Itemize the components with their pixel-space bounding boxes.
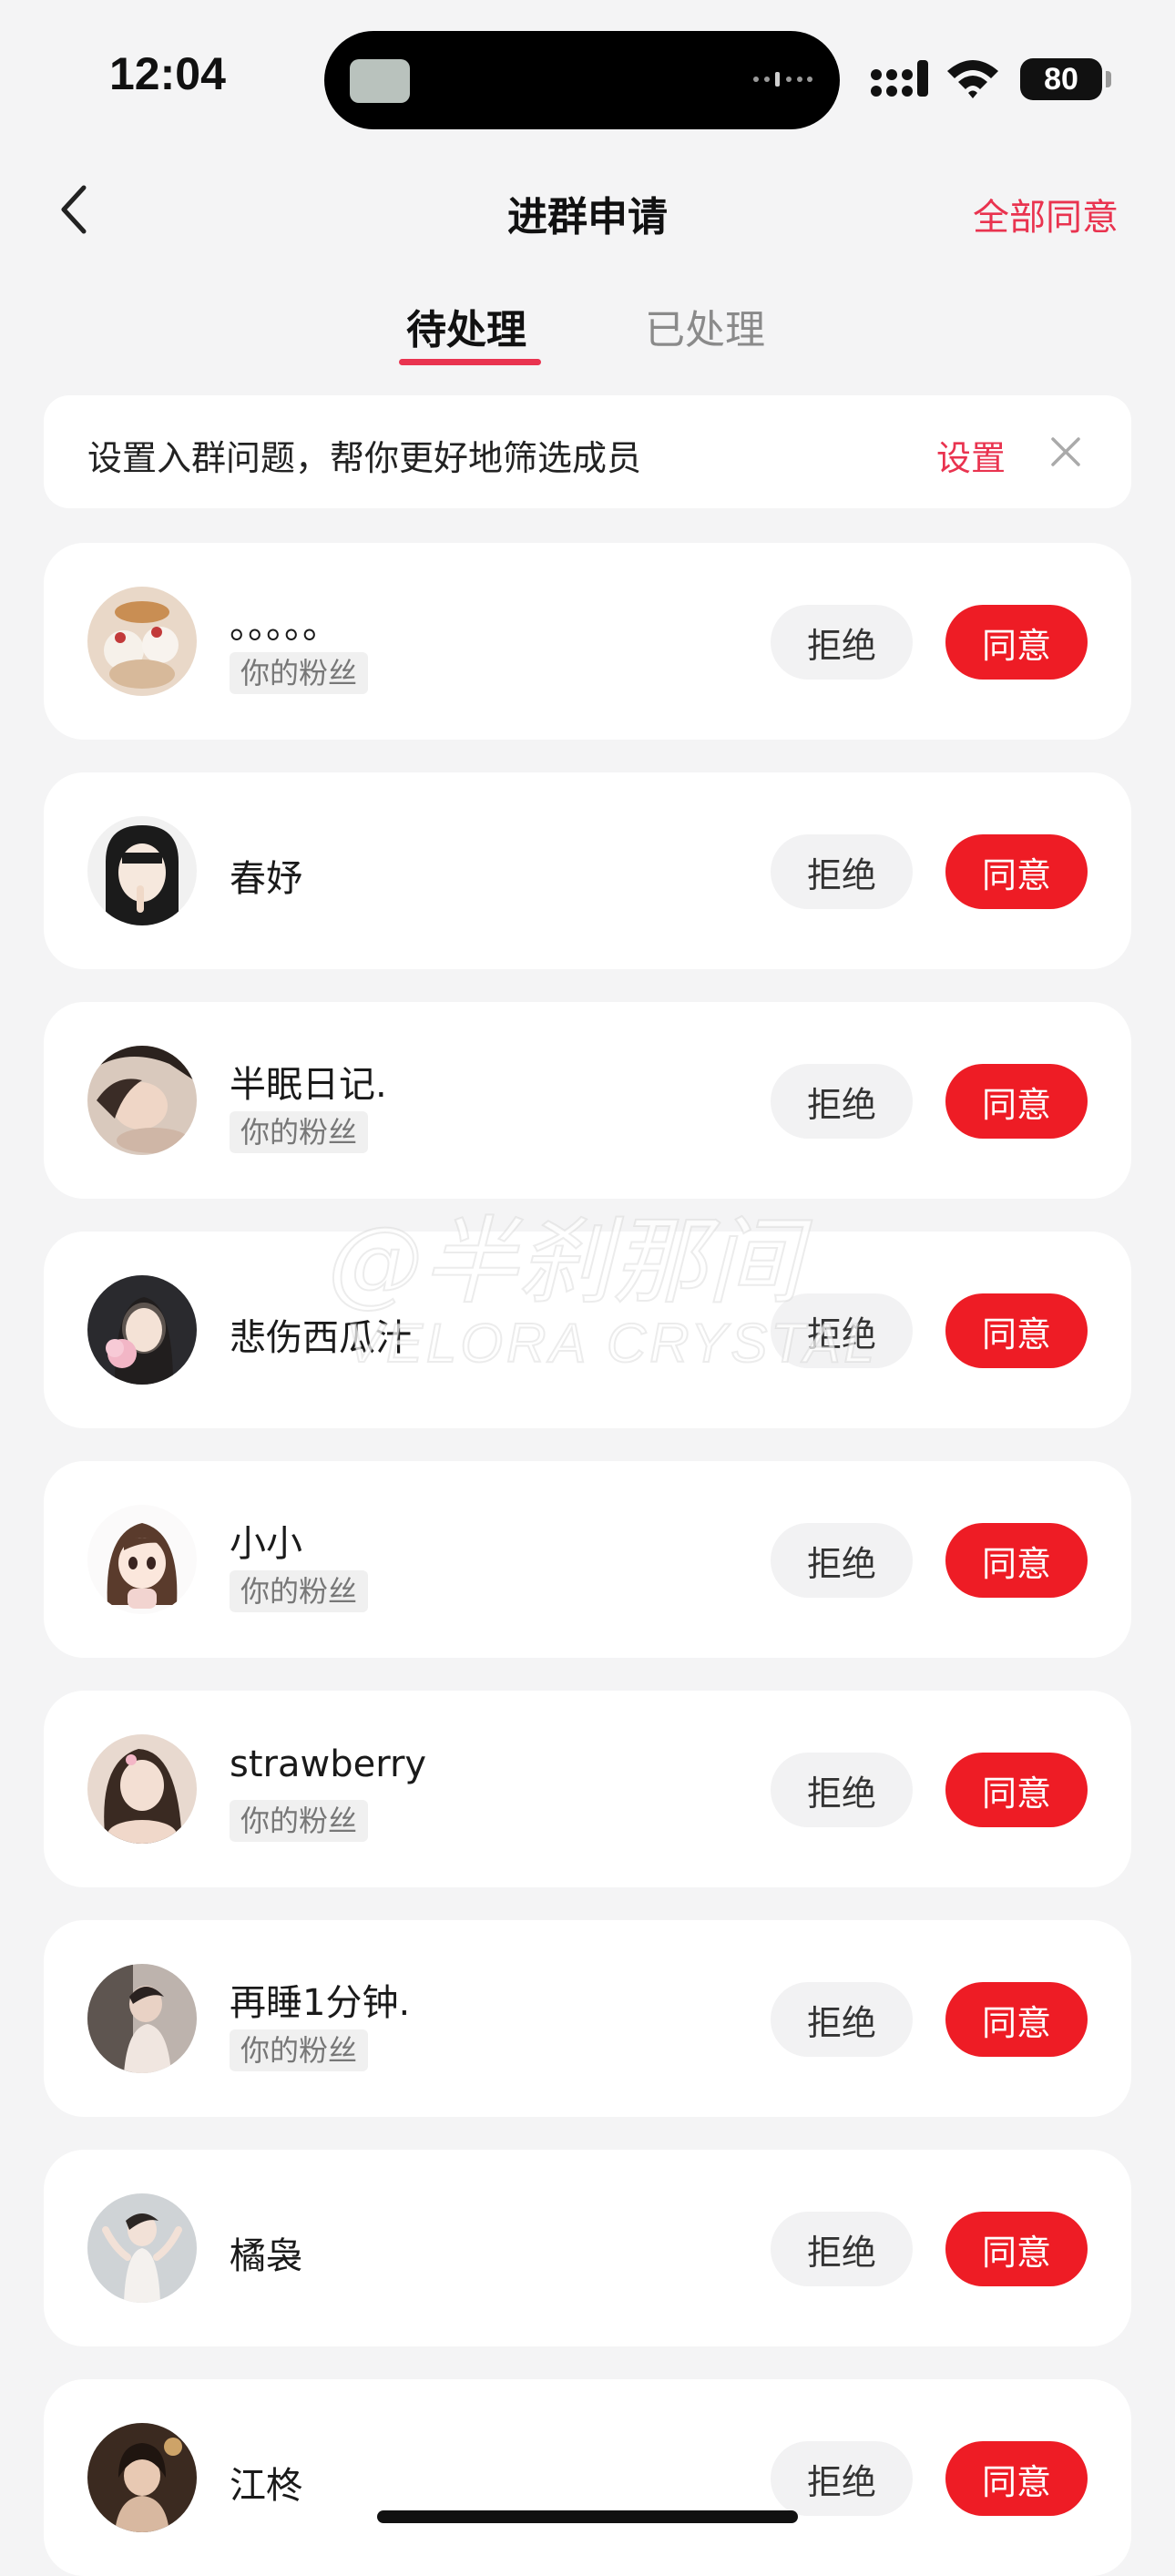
status-time: 12:04 bbox=[109, 48, 226, 99]
tab-bar: 待处理 已处理 bbox=[0, 291, 1175, 373]
close-icon[interactable] bbox=[1044, 430, 1088, 474]
avatar[interactable] bbox=[87, 816, 197, 925]
fan-badge: 你的粉丝 bbox=[230, 652, 369, 694]
avatar[interactable] bbox=[87, 1275, 197, 1385]
tab-pending[interactable]: 待处理 bbox=[406, 297, 526, 355]
request-card: 再睡1分钟. 你的粉丝 拒绝 同意 bbox=[44, 1920, 1131, 2117]
avatar[interactable] bbox=[87, 2423, 197, 2532]
request-card: 半眠日记. 你的粉丝 拒绝 同意 bbox=[44, 1002, 1131, 1199]
battery-level: 80 bbox=[1044, 62, 1078, 97]
wifi-icon bbox=[947, 60, 998, 98]
agree-button[interactable]: 同意 bbox=[945, 2212, 1088, 2286]
activity-dots-icon bbox=[753, 72, 812, 87]
nav-bar: 进群申请 全部同意 bbox=[0, 164, 1175, 255]
agree-button[interactable]: 同意 bbox=[945, 1753, 1088, 1827]
agree-button[interactable]: 同意 bbox=[945, 1523, 1088, 1598]
reject-button[interactable]: 拒绝 bbox=[771, 1293, 913, 1368]
avatar[interactable] bbox=[87, 1964, 197, 2073]
battery-icon: 80 bbox=[1020, 58, 1102, 100]
request-card: 小小 你的粉丝 拒绝 同意 bbox=[44, 1461, 1131, 1658]
requester-name: 悲伤西瓜汁 bbox=[230, 1317, 412, 1359]
reject-button[interactable]: 拒绝 bbox=[771, 834, 913, 909]
request-card: 春妤 拒绝 同意 bbox=[44, 772, 1131, 969]
accept-all-button[interactable]: 全部同意 bbox=[973, 188, 1119, 240]
reject-button[interactable]: 拒绝 bbox=[771, 605, 913, 680]
tip-banner: 设置入群问题，帮你更好地筛选成员 设置 bbox=[44, 395, 1131, 508]
reject-button[interactable]: 拒绝 bbox=[771, 1064, 913, 1139]
home-indicator[interactable] bbox=[377, 2510, 798, 2523]
reject-button[interactable]: 拒绝 bbox=[771, 1982, 913, 2057]
status-bar: 12:04 80 bbox=[0, 0, 1175, 146]
fan-badge: 你的粉丝 bbox=[230, 1570, 369, 1612]
avatar[interactable] bbox=[87, 1734, 197, 1844]
reject-button[interactable]: 拒绝 bbox=[771, 1753, 913, 1827]
requester-name: 江柊 bbox=[230, 2465, 302, 2507]
active-tab-indicator bbox=[399, 359, 541, 365]
agree-button[interactable]: 同意 bbox=[945, 834, 1088, 909]
reject-button[interactable]: 拒绝 bbox=[771, 1523, 913, 1598]
battery-cap-icon bbox=[1106, 71, 1111, 87]
reject-button[interactable]: 拒绝 bbox=[771, 2212, 913, 2286]
agree-button[interactable]: 同意 bbox=[945, 2441, 1088, 2516]
agree-button[interactable]: 同意 bbox=[945, 605, 1088, 680]
tab-processed[interactable]: 已处理 bbox=[645, 297, 765, 355]
media-thumbnail-icon bbox=[350, 59, 410, 103]
requester-name: strawberry bbox=[230, 1743, 427, 1785]
request-card: 橘袅 拒绝 同意 bbox=[44, 2150, 1131, 2346]
request-card: strawberry 你的粉丝 拒绝 同意 bbox=[44, 1691, 1131, 1887]
tip-text: 设置入群问题，帮你更好地筛选成员 bbox=[87, 438, 642, 478]
requester-name: 。。。。。 bbox=[230, 605, 339, 647]
avatar[interactable] bbox=[87, 2193, 197, 2303]
requester-name: 再睡1分钟. bbox=[230, 1982, 411, 2024]
fan-badge: 你的粉丝 bbox=[230, 2029, 369, 2071]
request-card: 悲伤西瓜汁 拒绝 同意 bbox=[44, 1232, 1131, 1428]
fan-badge: 你的粉丝 bbox=[230, 1800, 369, 1842]
request-card: 。。。。。 你的粉丝 拒绝 同意 bbox=[44, 543, 1131, 740]
avatar[interactable] bbox=[87, 1505, 197, 1614]
agree-button[interactable]: 同意 bbox=[945, 1293, 1088, 1368]
requester-name: 小小 bbox=[230, 1523, 302, 1565]
avatar[interactable] bbox=[87, 1046, 197, 1155]
requester-name: 橘袅 bbox=[230, 2235, 302, 2277]
signal-icon bbox=[871, 60, 928, 97]
agree-button[interactable]: 同意 bbox=[945, 1982, 1088, 2057]
requester-name: 春妤 bbox=[230, 858, 302, 900]
avatar[interactable] bbox=[87, 587, 197, 696]
agree-button[interactable]: 同意 bbox=[945, 1064, 1088, 1139]
fan-badge: 你的粉丝 bbox=[230, 1111, 369, 1153]
reject-button[interactable]: 拒绝 bbox=[771, 2441, 913, 2516]
requester-name: 半眠日记. bbox=[230, 1064, 387, 1106]
dynamic-island bbox=[324, 31, 840, 129]
tip-settings-link[interactable]: 设置 bbox=[936, 430, 1006, 480]
